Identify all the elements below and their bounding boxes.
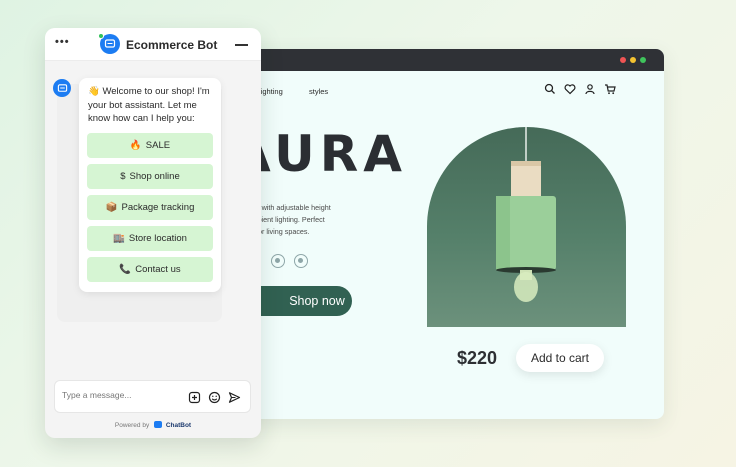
chat-bubble-icon	[104, 39, 116, 48]
phone-icon: 📞	[119, 264, 132, 275]
minimize-icon[interactable]	[235, 44, 248, 46]
chat-header: ••• Ecommerce Bot	[45, 28, 261, 61]
carousel-dot[interactable]	[294, 254, 308, 268]
product-price: $220	[457, 348, 498, 368]
powered-by-footer: Powered by ChatBot	[45, 421, 261, 429]
quick-reply-package-tracking[interactable]: 📦 Package tracking	[87, 195, 213, 220]
quick-reply-contact-us[interactable]: 📞 Contact us	[87, 257, 213, 282]
send-icon[interactable]	[228, 391, 241, 404]
cart-icon[interactable]	[604, 82, 616, 95]
pendant-lamp-illustration	[496, 127, 556, 302]
minimize-window-dot[interactable]	[630, 57, 636, 63]
add-attachment-icon[interactable]	[188, 391, 201, 404]
quick-reply-label: Contact us	[135, 264, 181, 275]
bot-avatar	[53, 79, 71, 97]
bot-message-bubble: 👋 Welcome to our shop! I'm your bot assi…	[79, 78, 221, 292]
welcome-message: 👋 Welcome to our shop! I'm your bot assi…	[88, 86, 210, 124]
quick-reply-label: Package tracking	[121, 202, 195, 213]
nav-link-lighting[interactable]: lighting	[259, 87, 283, 96]
dollar-icon: $	[120, 171, 126, 182]
close-window-dot[interactable]	[620, 57, 626, 63]
add-to-cart-button[interactable]: Add to cart	[516, 344, 604, 372]
nav-link-styles[interactable]: styles	[309, 87, 328, 96]
heart-icon[interactable]	[564, 82, 576, 95]
quick-reply-label: Store location	[128, 233, 187, 244]
chat-widget: ••• Ecommerce Bot 👋 Welcome to our shop!…	[45, 28, 261, 438]
quick-reply-label: Shop online	[129, 171, 180, 182]
menu-dots-icon[interactable]: •••	[55, 36, 70, 48]
message-input[interactable]	[62, 390, 172, 400]
powered-by-brand[interactable]: ChatBot	[166, 422, 191, 429]
quick-reply-shop-online[interactable]: $ Shop online	[87, 164, 213, 189]
maximize-window-dot[interactable]	[640, 57, 646, 63]
chatbot-logo-icon	[154, 421, 163, 428]
package-icon: 📦	[105, 202, 118, 213]
message-composer	[54, 380, 251, 413]
browser-window: lighting styles AURA lamp with adjustabl…	[232, 49, 664, 419]
carousel-dot[interactable]	[271, 254, 285, 268]
browser-title-bar	[232, 49, 664, 71]
powered-by-text: Powered by	[114, 422, 150, 429]
store-icon: 🏬	[113, 233, 125, 244]
online-status-indicator	[98, 33, 104, 39]
user-icon[interactable]	[584, 82, 596, 95]
search-icon[interactable]	[544, 82, 556, 94]
chat-title: Ecommerce Bot	[126, 38, 218, 52]
product-image	[427, 127, 626, 327]
chat-bubble-icon	[57, 83, 67, 92]
quick-reply-sale[interactable]: 🔥 SALE	[87, 133, 213, 158]
quick-reply-store-location[interactable]: 🏬 Store location	[87, 226, 213, 251]
quick-reply-label: SALE	[145, 140, 171, 151]
fire-icon: 🔥	[129, 140, 142, 151]
emoji-icon[interactable]	[208, 391, 221, 404]
